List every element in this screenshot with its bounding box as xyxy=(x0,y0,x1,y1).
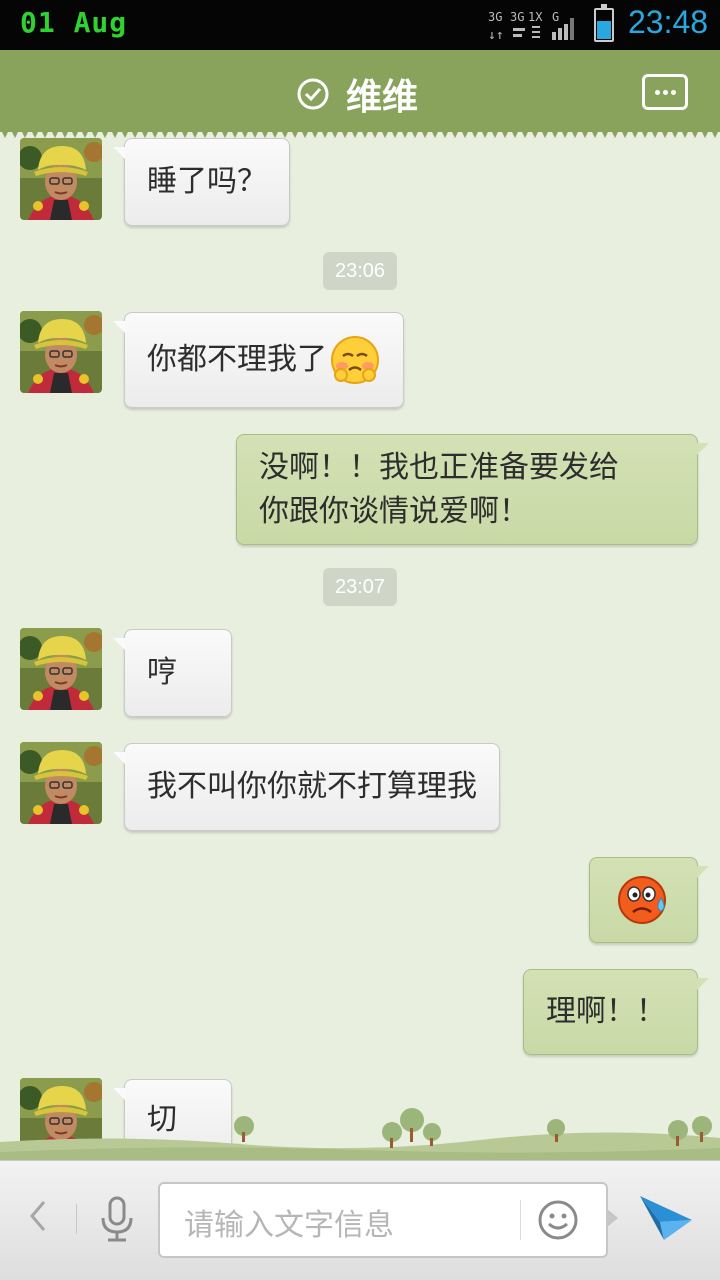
outgoing-message[interactable]: 没啊！！我也正准备要发给 你跟你谈情说爱啊！ xyxy=(236,434,709,545)
message-text: 理啊！！ xyxy=(546,994,666,1029)
input-tail xyxy=(606,1208,618,1228)
incoming-message[interactable]: 我不叫你你就不打算理我 xyxy=(113,743,500,831)
message-text: 我不叫你你就不打算理我 xyxy=(147,769,477,804)
incoming-message[interactable]: 哼 xyxy=(113,629,232,717)
message-text: 睡了吗？ xyxy=(147,164,267,199)
check-circle-icon xyxy=(297,78,329,110)
sweat-face-icon xyxy=(617,876,666,924)
contact-avatar[interactable] xyxy=(20,138,102,220)
input-divider xyxy=(520,1200,521,1240)
battery-icon xyxy=(594,4,614,42)
page-title: 维维 xyxy=(346,77,419,118)
contact-avatar[interactable] xyxy=(20,628,102,710)
status-date: 01 Aug xyxy=(20,6,128,39)
incoming-message[interactable]: 睡了吗？ xyxy=(113,138,290,226)
message-text-line: 你跟你谈情说爱啊！ xyxy=(259,493,529,529)
network-label: G xyxy=(552,10,559,24)
status-bar: 01 Aug 3G ↓↑ 3G 1X G 23:48 xyxy=(0,0,720,50)
blush-face-icon xyxy=(331,336,379,384)
outgoing-message[interactable]: 理啊！！ xyxy=(523,969,709,1055)
network-label: 1X xyxy=(528,10,543,24)
smiley-icon[interactable] xyxy=(536,1198,580,1242)
header-title-group: 维维 xyxy=(296,72,418,118)
message-text: 你都不理我了 xyxy=(147,342,327,377)
back-chevron-icon[interactable] xyxy=(24,1196,52,1236)
message-timestamp: 23:06 xyxy=(323,252,397,290)
network-label: 3G xyxy=(510,10,524,24)
message-timestamp: 23:07 xyxy=(323,568,397,606)
network-label: 3G xyxy=(488,10,502,24)
landscape-decoration xyxy=(0,1108,720,1162)
toolbar-divider xyxy=(76,1204,77,1234)
message-input-placeholder: 请输入文字信息 xyxy=(184,1208,394,1243)
contact-avatar[interactable] xyxy=(20,311,102,393)
message-text-line: 没啊！！我也正准备要发给 xyxy=(259,449,619,485)
incoming-message[interactable]: 你都不理我了 xyxy=(113,312,404,408)
network-signal-icon: 3G ↓↑ 3G 1X G xyxy=(488,10,574,42)
microphone-icon[interactable] xyxy=(96,1196,138,1244)
status-time: 23:48 xyxy=(628,4,709,40)
contact-avatar[interactable] xyxy=(20,742,102,824)
more-icon[interactable] xyxy=(642,74,688,110)
header-zigzag-edge xyxy=(0,128,720,138)
message-text: 哼 xyxy=(147,655,177,690)
send-icon[interactable] xyxy=(638,1192,694,1244)
svg-text:↓↑: ↓↑ xyxy=(488,28,504,42)
outgoing-message[interactable] xyxy=(589,857,709,943)
